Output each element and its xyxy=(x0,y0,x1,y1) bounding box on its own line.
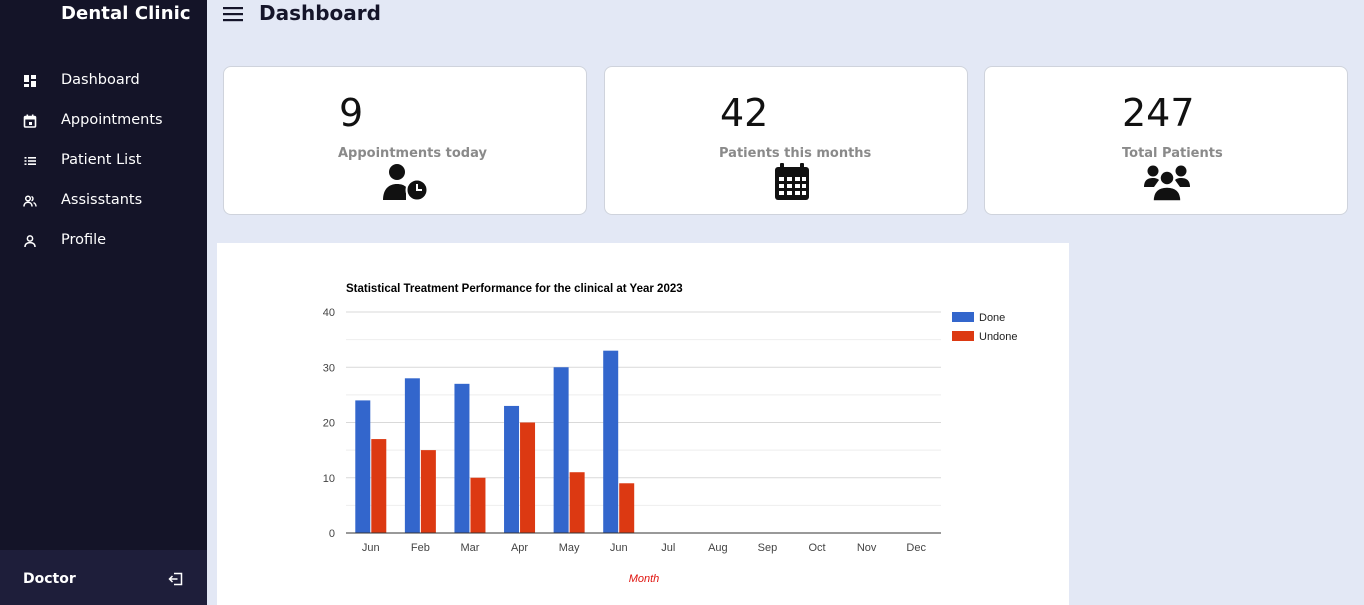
x-axis-label: Month xyxy=(629,573,660,585)
bar-undone-5[interactable] xyxy=(569,472,585,533)
people-icon xyxy=(23,195,37,207)
page-title: Dashboard xyxy=(259,1,381,25)
treatment-chart-panel: Statistical Treatment Performance for th… xyxy=(217,243,1069,605)
stat-value: 9 xyxy=(339,91,364,135)
legend-label-done: Done xyxy=(979,312,1005,324)
stat-card-total-patients: 247 Total Patients xyxy=(984,66,1348,215)
sidebar-item-label: Dashboard xyxy=(61,72,140,88)
bar-undone-1[interactable] xyxy=(371,439,387,533)
bar-undone-3[interactable] xyxy=(470,477,486,533)
x-tick-label: Jun xyxy=(362,542,380,554)
chart-title: Statistical Treatment Performance for th… xyxy=(346,283,683,295)
sidebar-footer: Doctor xyxy=(0,550,207,605)
sidebar-item-profile[interactable]: Profile xyxy=(0,227,207,255)
bar-undone-4[interactable] xyxy=(520,422,536,534)
sidebar-item-appointments[interactable]: Appointments xyxy=(0,107,207,135)
y-tick-label: 40 xyxy=(323,307,335,319)
y-tick-label: 30 xyxy=(323,362,335,374)
stat-caption: Total Patients xyxy=(1122,146,1223,161)
logout-icon[interactable] xyxy=(168,571,184,587)
sidebar-item-patient-list[interactable]: Patient List xyxy=(0,147,207,175)
y-tick-label: 20 xyxy=(323,418,335,430)
user-clock-icon xyxy=(383,164,428,201)
treatment-bar-chart: Statistical Treatment Performance for th… xyxy=(323,283,1018,585)
sidebar-item-label: Assisstants xyxy=(61,192,143,208)
bar-done-2[interactable] xyxy=(404,378,420,533)
x-tick-label: Dec xyxy=(906,542,926,554)
calendar-grid-icon xyxy=(775,163,809,200)
x-tick-label: Jul xyxy=(661,542,675,554)
y-tick-label: 10 xyxy=(323,473,335,485)
x-tick-label: May xyxy=(559,542,580,554)
stat-card-patients-month: 42 Patients this months xyxy=(604,66,968,215)
users-group-icon xyxy=(1144,165,1190,201)
bar-undone-6[interactable] xyxy=(619,483,635,533)
legend-label-undone: Undone xyxy=(979,331,1018,343)
stat-caption: Patients this months xyxy=(719,146,872,161)
x-axis-ticks: Jun Feb Mar Apr May Jun Jul Aug Sep Oct Nov Dec xyxy=(362,542,927,554)
stat-value: 42 xyxy=(720,91,769,135)
x-tick-label: Oct xyxy=(808,542,825,554)
sidebar-item-label: Patient List xyxy=(61,152,142,168)
person-icon xyxy=(24,235,36,248)
x-tick-label: Nov xyxy=(857,542,877,554)
brand-title: Dental Clinic xyxy=(61,3,191,24)
sidebar-item-label: Appointments xyxy=(61,112,163,128)
bar-done-4[interactable] xyxy=(504,405,520,533)
hamburger-menu-icon[interactable] xyxy=(223,5,243,23)
stat-caption: Appointments today xyxy=(338,146,487,161)
stat-card-appointments-today: 9 Appointments today xyxy=(223,66,587,215)
x-tick-label: Apr xyxy=(511,542,528,554)
stat-value: 247 xyxy=(1122,91,1195,135)
legend-swatch-done xyxy=(952,312,974,322)
bar-done-5[interactable] xyxy=(553,367,569,533)
sidebar-item-label: Profile xyxy=(61,232,107,248)
sidebar: Dental Clinic Dashboard Appointments Pat… xyxy=(0,0,207,605)
bar-done-6[interactable] xyxy=(603,350,619,533)
x-tick-label: Sep xyxy=(758,542,778,554)
y-tick-label: 0 xyxy=(329,528,335,540)
bar-undone-2[interactable] xyxy=(420,450,436,533)
y-axis-ticks: 0 10 20 30 40 xyxy=(323,307,335,540)
x-tick-label: Jun xyxy=(610,542,628,554)
bar-done-3[interactable] xyxy=(454,383,470,533)
legend-swatch-undone xyxy=(952,331,974,341)
sidebar-item-dashboard[interactable]: Dashboard xyxy=(0,67,207,95)
calendar-icon xyxy=(23,114,37,128)
sidebar-item-assistants[interactable]: Assisstants xyxy=(0,187,207,215)
current-user-label: Doctor xyxy=(23,571,76,587)
x-tick-label: Feb xyxy=(411,542,430,554)
bar-done-1[interactable] xyxy=(355,400,371,533)
x-tick-label: Aug xyxy=(708,542,728,554)
dashboard-icon xyxy=(24,75,36,87)
chart-legend: Done Undone xyxy=(952,312,1018,343)
x-tick-label: Mar xyxy=(460,542,479,554)
list-icon xyxy=(24,157,36,165)
